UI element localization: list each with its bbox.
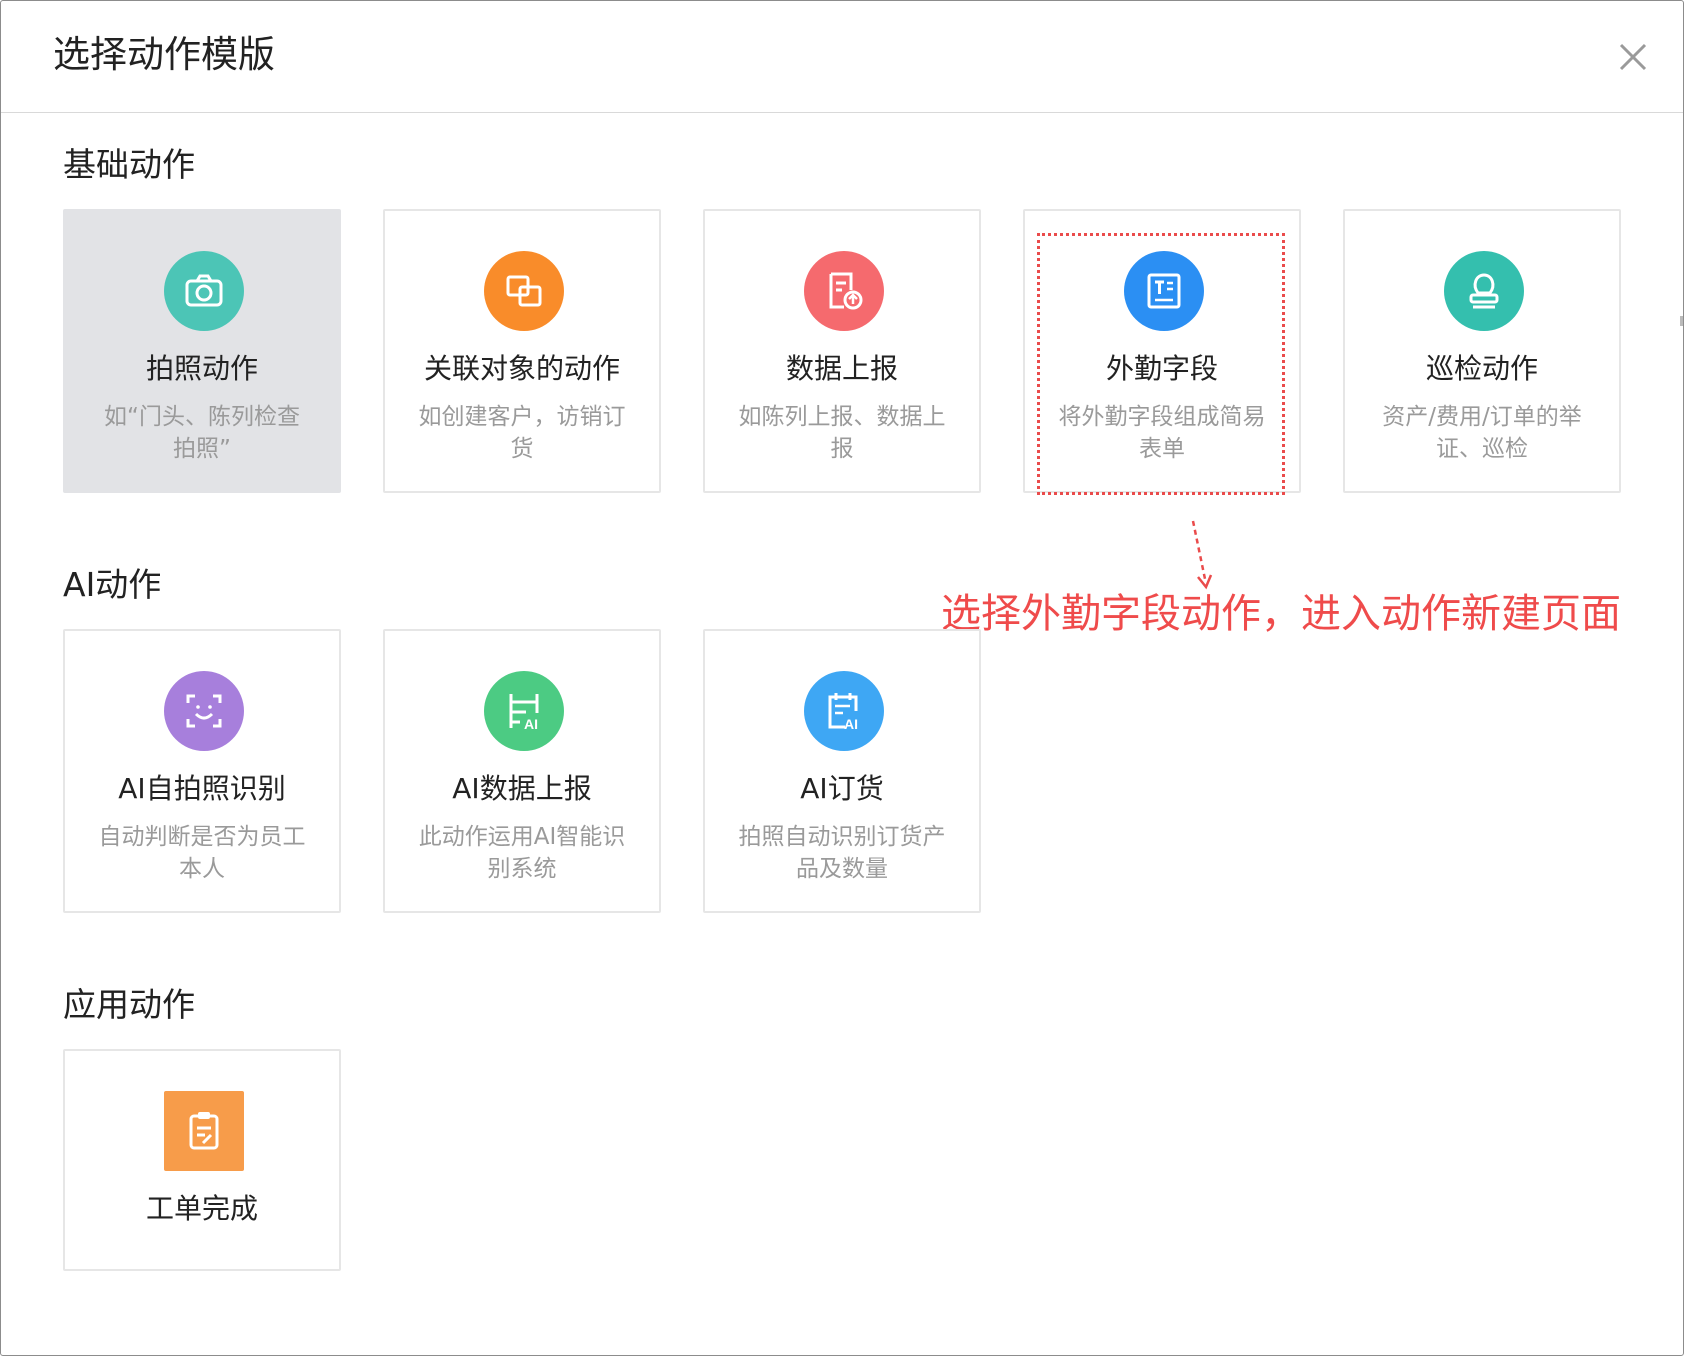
data-report-icon xyxy=(804,251,884,331)
face-scan-icon xyxy=(164,671,244,751)
svg-text:AI: AI xyxy=(524,716,538,732)
stamp-icon xyxy=(1444,251,1524,331)
card-title: 拍照动作 xyxy=(145,352,258,385)
card-desc: 资产/费用/订单的举证、巡检 xyxy=(1382,404,1582,462)
select-action-template-dialog: 选择动作模版 基础动作 拍照动作 如“门头、陈列检查拍照” 关联对象的动作 如创… xyxy=(0,0,1684,1356)
card-title: AI数据上报 xyxy=(452,772,592,805)
card-related-object-action[interactable]: 关联对象的动作 如创建客户，访销订货 xyxy=(383,209,661,493)
svg-text:AI: AI xyxy=(844,716,858,732)
card-title: 工单完成 xyxy=(145,1192,258,1225)
close-icon[interactable] xyxy=(1613,37,1653,77)
dialog-header: 选择动作模版 xyxy=(1,1,1683,113)
section-title-app: 应用动作 xyxy=(63,985,195,1024)
highlight-box xyxy=(1037,233,1285,495)
dialog-title: 选择动作模版 xyxy=(53,33,275,76)
card-ai-selfie-recognition[interactable]: AI自拍照识别 自动判断是否为员工本人 xyxy=(63,629,341,913)
card-desc: 自动判断是否为员工本人 xyxy=(98,824,306,882)
section-title-basic: 基础动作 xyxy=(63,145,195,184)
card-desc: 如创建客户，访销订货 xyxy=(418,404,626,462)
card-desc: 如“门头、陈列检查拍照” xyxy=(104,404,300,462)
card-inspection-action[interactable]: 巡检动作 资产/费用/订单的举证、巡检 xyxy=(1343,209,1621,493)
annotation-text: 选择外勤字段动作，进入动作新建页面 xyxy=(941,591,1621,637)
section-title-ai: AI动作 xyxy=(63,565,162,604)
link-object-icon xyxy=(484,251,564,331)
ai-order-icon: AI xyxy=(804,671,884,751)
card-title: AI订货 xyxy=(800,772,884,805)
card-photo-action[interactable]: 拍照动作 如“门头、陈列检查拍照” xyxy=(63,209,341,493)
card-title: AI自拍照识别 xyxy=(118,772,286,805)
annotation-arrow-icon xyxy=(1191,520,1213,590)
card-title: 巡检动作 xyxy=(1425,352,1538,385)
card-desc: 如陈列上报、数据上报 xyxy=(738,404,946,462)
card-ai-order[interactable]: AI AI订货 拍照自动识别订货产品及数量 xyxy=(703,629,981,913)
card-data-report[interactable]: 数据上报 如陈列上报、数据上报 xyxy=(703,209,981,493)
camera-icon xyxy=(164,251,244,331)
card-title: 数据上报 xyxy=(785,352,898,385)
clipboard-icon xyxy=(164,1091,244,1171)
card-desc: 拍照自动识别订货产品及数量 xyxy=(738,824,946,882)
card-ai-data-report[interactable]: AI AI数据上报 此动作运用AI智能识别系统 xyxy=(383,629,661,913)
window-edge-marker xyxy=(1680,316,1683,326)
ai-shelf-icon: AI xyxy=(484,671,564,751)
card-title: 关联对象的动作 xyxy=(423,352,620,385)
card-desc: 此动作运用AI智能识别系统 xyxy=(418,824,626,882)
card-work-order-complete[interactable]: 工单完成 xyxy=(63,1049,341,1271)
